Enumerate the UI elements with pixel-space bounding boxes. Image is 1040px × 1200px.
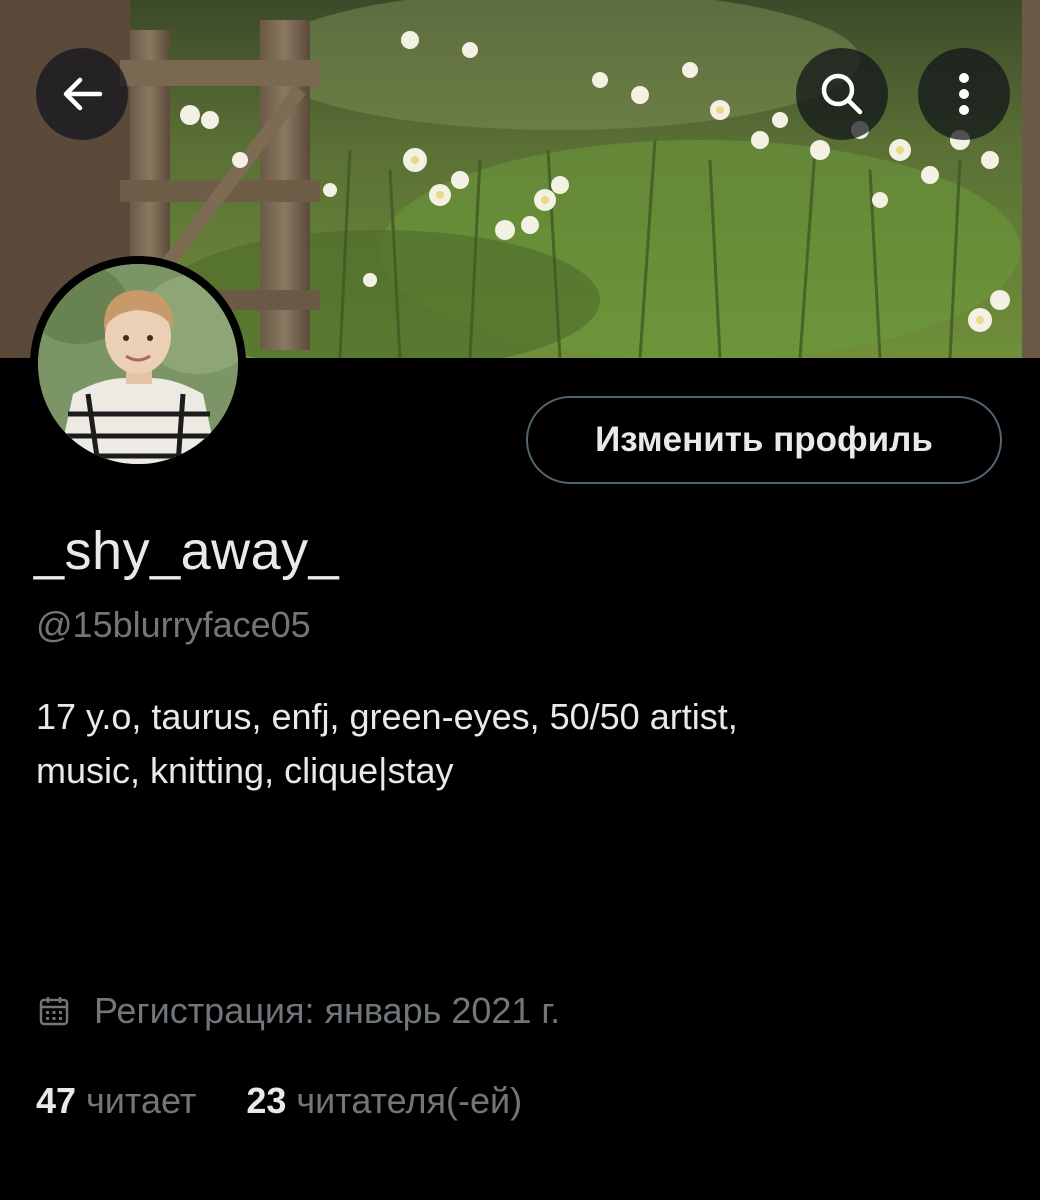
search-icon <box>821 73 863 115</box>
followers-link[interactable]: 23 читателя(-ей) <box>246 1080 522 1122</box>
bio-line: music, knitting, clique|stay <box>36 750 454 791</box>
profile-bio: 17 y.o, taurus, enfj, green-eyes, 50/50 … <box>36 690 996 798</box>
followers-label: читателя(-ей) <box>296 1080 523 1121</box>
join-date: Регистрация: январь 2021 г. <box>38 990 560 1032</box>
arrow-left-icon <box>63 77 103 111</box>
following-label: читает <box>86 1080 197 1121</box>
followers-count: 23 <box>246 1080 287 1121</box>
follow-stats: 47 читает 23 читателя(-ей) <box>36 1080 572 1122</box>
avatar-image <box>38 264 238 464</box>
more-options-button[interactable] <box>918 48 1010 140</box>
calendar-icon <box>38 995 70 1027</box>
user-handle: @15blurryface05 <box>36 604 311 645</box>
search-button[interactable] <box>796 48 888 140</box>
following-link[interactable]: 47 читает <box>36 1080 196 1122</box>
display-name: _shy_away_ <box>34 521 340 581</box>
join-date-text: Регистрация: январь 2021 г. <box>94 990 561 1031</box>
following-count: 47 <box>36 1080 77 1121</box>
profile-avatar[interactable] <box>30 256 246 472</box>
edit-profile-button[interactable]: Изменить профиль <box>526 396 1002 484</box>
bio-line: 17 y.o, taurus, enfj, green-eyes, 50/50 … <box>36 696 738 737</box>
more-vertical-icon <box>959 73 969 115</box>
back-button[interactable] <box>36 48 128 140</box>
